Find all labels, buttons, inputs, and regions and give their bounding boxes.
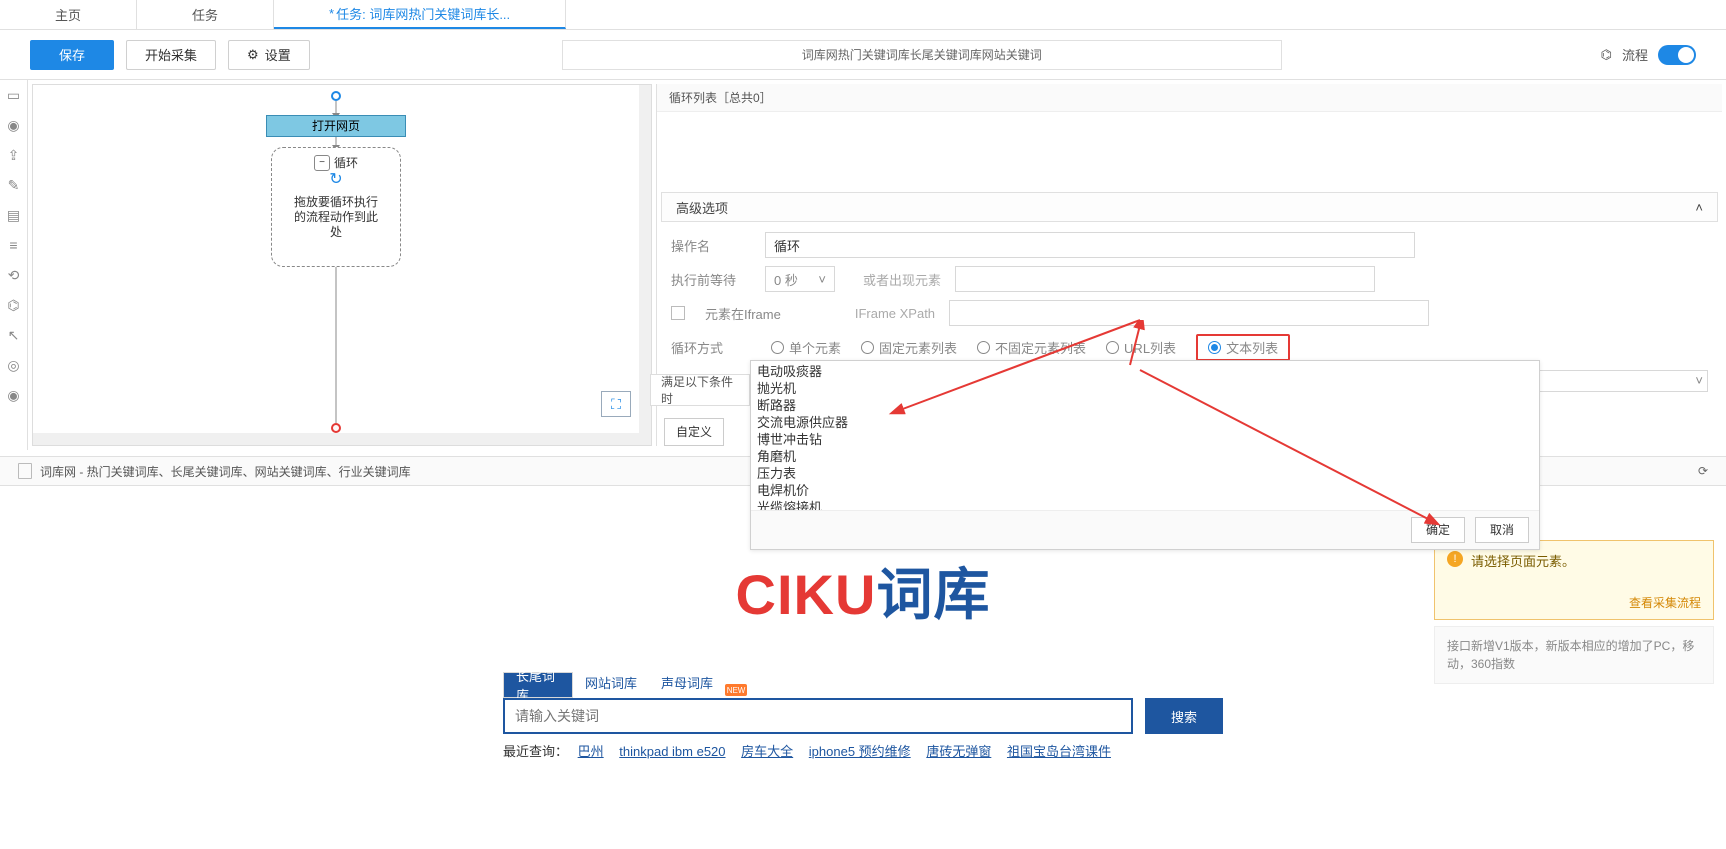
chevron-down-icon: ˅	[818, 272, 826, 287]
list-icon[interactable]: ≡	[5, 236, 23, 254]
wait-select[interactable]: 0 秒˅	[765, 266, 835, 292]
iframe-xpath-label: IFrame XPath	[855, 306, 935, 321]
site-search-button[interactable]: 搜索	[1145, 698, 1223, 734]
mode-label: 循环方式	[671, 338, 751, 357]
terminal-icon[interactable]: ▤	[5, 206, 23, 224]
layers-icon[interactable]: ▭	[5, 86, 23, 104]
page-refresh-icon[interactable]: ⟳	[1698, 464, 1708, 478]
version-box: 接口新增V1版本，新版本相应的增加了PC，移动，360指数	[1434, 626, 1714, 684]
recent-link[interactable]: thinkpad ibm e520	[619, 744, 725, 759]
cursor-icon[interactable]: ↖	[5, 326, 23, 344]
save-button[interactable]: 保存	[30, 40, 114, 70]
flow-toggle-wrap: ⌬ 流程	[1601, 45, 1696, 65]
recent-link[interactable]: 唐砖无弹窗	[926, 744, 991, 759]
recent-queries: 最近查询： 巴州 thinkpad ibm e520 房车大全 iphone5 …	[503, 742, 1223, 762]
flow-label: 流程	[1622, 45, 1648, 64]
upload-icon[interactable]: ⇪	[5, 146, 23, 164]
wait-or-label: 或者出现元素	[863, 270, 941, 289]
chevron-down-icon[interactable]: ˅	[1695, 373, 1703, 388]
chevron-up-icon: ˄	[1695, 200, 1703, 215]
site-tab-initials[interactable]: 声母词库	[649, 667, 725, 698]
mouse-icon[interactable]: ◉	[5, 116, 23, 134]
settings-button[interactable]: ⚙ 设置	[228, 40, 310, 70]
wait-label: 执行前等待	[671, 270, 751, 289]
iframe-xpath-input[interactable]	[949, 300, 1429, 326]
tip-box: ! 请选择页面元素。 查看采集流程	[1434, 540, 1714, 620]
recent-link[interactable]: 祖国宝岛台湾课件	[1007, 744, 1111, 759]
mode-fixed[interactable]: 固定元素列表	[861, 338, 957, 357]
radio-icon[interactable]: ◎	[5, 356, 23, 374]
condition-label: 满足以下条件时	[650, 374, 750, 406]
recent-link[interactable]: iphone5 预约维修	[809, 744, 911, 759]
refresh-icon[interactable]: ⟲	[5, 266, 23, 284]
cancel-button[interactable]: 取消	[1475, 517, 1529, 543]
wait-element-input[interactable]	[955, 266, 1375, 292]
side-toolbar: ▭ ◉ ⇪ ✎ ▤ ≡ ⟲ ⌬ ↖ ◎ ◉	[0, 80, 28, 450]
iframe-label: 元素在Iframe	[705, 304, 781, 323]
advanced-accordion[interactable]: 高级选项 ˄	[661, 192, 1718, 222]
toolbar: 保存 开始采集 ⚙ 设置 词库网热门关键词库长尾关键词库网站关键词 ⌬ 流程	[0, 30, 1726, 80]
end-node[interactable]	[331, 423, 341, 433]
recent-link[interactable]: 巴州	[578, 744, 604, 759]
iframe-checkbox[interactable]	[671, 306, 685, 320]
start-collect-button[interactable]: 开始采集	[126, 40, 216, 70]
textlist-textarea[interactable]: 电动吸痰器 抛光机 断路器 交流电源供应器 博世冲击钻 角磨机 压力表 电焊机价…	[751, 361, 1539, 511]
tab-home[interactable]: 主页	[0, 0, 137, 29]
site-search-input[interactable]	[503, 698, 1133, 734]
site-tab-longtail[interactable]: 长尾词库	[503, 672, 573, 698]
document-icon	[18, 463, 32, 479]
tip-text: 请选择页面元素。	[1471, 551, 1575, 609]
task-title-input[interactable]: 词库网热门关键词库长尾关键词库网站关键词	[562, 40, 1282, 70]
recent-link[interactable]: 房车大全	[741, 744, 793, 759]
mode-varlist[interactable]: 不固定元素列表	[977, 338, 1086, 357]
site-tab-web[interactable]: 网站词库	[573, 667, 649, 698]
flow-toggle[interactable]	[1658, 45, 1696, 65]
warning-icon: !	[1447, 551, 1463, 567]
tip-link[interactable]: 查看采集流程	[1629, 594, 1701, 611]
flow-canvas[interactable]: 打开网页 −循环 ↻ 拖放要循环执行 的流程动作到此 处 ⛶	[32, 84, 652, 446]
site-tabs: 长尾词库 网站词库 声母词库 NEW	[503, 667, 1223, 698]
start-node[interactable]	[331, 91, 341, 101]
collapse-icon[interactable]: −	[314, 155, 330, 171]
textlist-editor: 电动吸痰器 抛光机 断路器 交流电源供应器 博世冲击钻 角磨机 压力表 电焊机价…	[750, 360, 1540, 550]
record-icon[interactable]: ◉	[5, 386, 23, 404]
new-badge: NEW	[725, 684, 747, 696]
opname-input[interactable]	[765, 232, 1415, 258]
tab-current-task[interactable]: * 任务: 词库网热门关键词库长...	[274, 0, 566, 29]
page-title-text: 词库网 - 热门关键词库、长尾关键词库、网站关键词库、行业关键词库	[40, 463, 411, 480]
right-panel-title: 循环列表［总共0］	[657, 84, 1722, 112]
loop-dropzone[interactable]: 拖放要循环执行 的流程动作到此 处	[278, 195, 394, 240]
top-tabs: 主页 任务 * 任务: 词库网热门关键词库长...	[0, 0, 1726, 30]
sitemap-icon: ⌬	[1601, 47, 1612, 63]
open-page-node[interactable]: 打开网页	[266, 115, 406, 137]
gear-icon: ⚙	[247, 47, 259, 63]
tab-tasks[interactable]: 任务	[137, 0, 274, 29]
ok-button[interactable]: 确定	[1411, 517, 1465, 543]
mode-urllist[interactable]: URL列表	[1106, 338, 1176, 357]
loop-node[interactable]: −循环 ↻ 拖放要循环执行 的流程动作到此 处	[271, 147, 401, 267]
custom-button[interactable]: 自定义	[664, 418, 724, 446]
tab-current-task-label: 任务: 词库网热门关键词库长...	[336, 4, 510, 23]
canvas-scroll-h[interactable]	[33, 433, 651, 445]
opname-label: 操作名	[671, 236, 751, 255]
mode-textlist[interactable]: 文本列表	[1196, 334, 1290, 361]
canvas-fit-icon[interactable]: ⛶	[601, 391, 631, 417]
unsaved-indicator: *	[329, 6, 334, 21]
loop-refresh-icon: ↻	[278, 171, 394, 189]
mode-single[interactable]: 单个元素	[771, 338, 841, 357]
tree-icon[interactable]: ⌬	[5, 296, 23, 314]
edit-icon[interactable]: ✎	[5, 176, 23, 194]
